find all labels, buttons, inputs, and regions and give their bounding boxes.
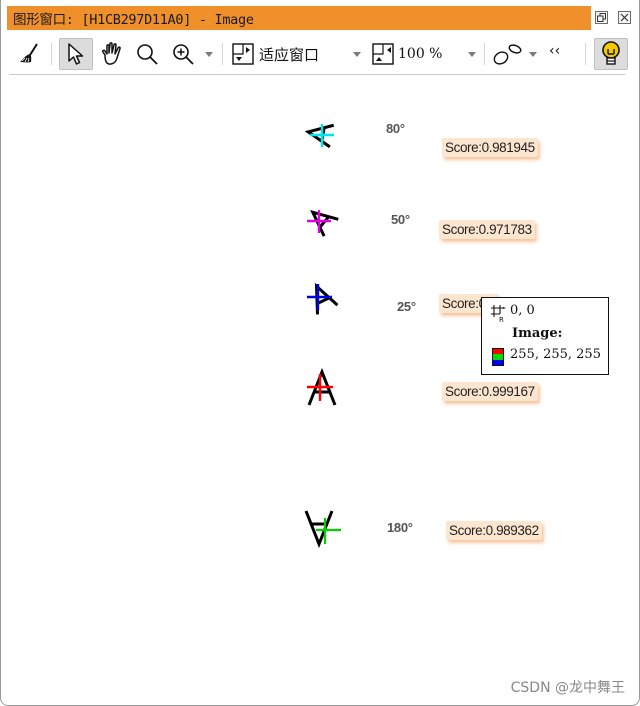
match-glyph-25	[307, 282, 339, 315]
fit-window-icon	[232, 43, 254, 65]
pan-tool-button[interactable]	[97, 38, 127, 70]
hint-toggle-button[interactable]	[594, 38, 628, 70]
hand-icon	[102, 42, 121, 65]
close-window-icon	[620, 13, 629, 22]
angle-label: 80°	[386, 121, 405, 136]
pixel-coordinate: 0, 0	[510, 303, 535, 318]
coordinate-cursor-icon: R	[491, 305, 506, 322]
image-canvas[interactable]: 80° Score:0.981945 50° Score:0.971783 25…	[2, 76, 639, 704]
magnifier-icon	[137, 44, 158, 65]
watermark: CSDN @龙中舞王	[510, 680, 625, 696]
toolbar-divider	[9, 74, 625, 75]
pixel-rgb-value: 255, 255, 255	[510, 347, 601, 362]
zoom-level-value[interactable]: 100 %	[398, 46, 442, 62]
match-glyph-50	[307, 209, 339, 237]
toolbar-separator	[222, 43, 223, 65]
broom-icon	[20, 43, 38, 63]
match-glyph-80	[304, 123, 335, 149]
draw-shape-button[interactable]	[491, 38, 527, 70]
match-glyph-180	[304, 510, 341, 549]
zoom-level-dropdown-caret[interactable]	[468, 52, 476, 57]
actual-size-icon	[372, 43, 394, 65]
toolbar-separator	[51, 43, 52, 65]
angle-label: 180°	[387, 520, 413, 535]
score-badge: Score:0.981945	[442, 138, 538, 157]
pixel-info-tooltip: R 0, 0 Image: 255, 255, 255	[481, 297, 609, 375]
fit-dropdown-caret[interactable]	[353, 52, 361, 57]
rgb-swatch-icon	[492, 348, 504, 366]
svg-text:R: R	[499, 316, 504, 322]
zoom-dropdown-caret[interactable]	[205, 52, 213, 57]
light-bulb-icon	[602, 41, 620, 65]
shape-dropdown-caret[interactable]	[529, 52, 537, 57]
restore-window-button[interactable]	[595, 11, 608, 24]
zoom-in-icon	[173, 44, 194, 65]
score-badge: Score:0.971783	[439, 220, 535, 239]
toolbar: 适应窗口 100 % ‹‹	[9, 36, 637, 72]
ellipse-shapes-icon	[493, 44, 522, 65]
match-glyph-0	[307, 367, 337, 406]
window-title: 图形窗口: [H1CB297D11A0] - Image	[13, 12, 254, 28]
fit-window-button[interactable]	[231, 38, 255, 70]
restore-window-icon	[597, 13, 606, 22]
magnify-tool-button[interactable]	[133, 38, 161, 70]
pointer-arrow-icon	[68, 43, 84, 65]
graphics-window: 图形窗口: [H1CB297D11A0] - Image 适应窗口 100 % …	[0, 0, 640, 706]
fit-window-label[interactable]: 适应窗口	[259, 44, 319, 65]
image-label: Image:	[512, 326, 563, 341]
score-badge: Score:0.999167	[442, 382, 538, 401]
actual-size-button[interactable]	[371, 38, 395, 70]
zoom-in-button[interactable]	[169, 38, 197, 70]
angle-label: 25°	[397, 299, 416, 314]
collapse-toolbar-button[interactable]: ‹‹	[549, 43, 560, 59]
clear-button[interactable]	[17, 38, 43, 70]
title-bar[interactable]: 图形窗口: [H1CB297D11A0] - Image	[7, 6, 591, 30]
close-window-button[interactable]	[618, 11, 631, 24]
score-badge: Score:0.989362	[446, 521, 542, 540]
toolbar-separator	[585, 43, 586, 65]
toolbar-separator	[484, 43, 485, 65]
match-cross-marker	[307, 210, 331, 233]
select-tool-button[interactable]	[59, 38, 93, 70]
angle-label: 50°	[391, 212, 410, 227]
